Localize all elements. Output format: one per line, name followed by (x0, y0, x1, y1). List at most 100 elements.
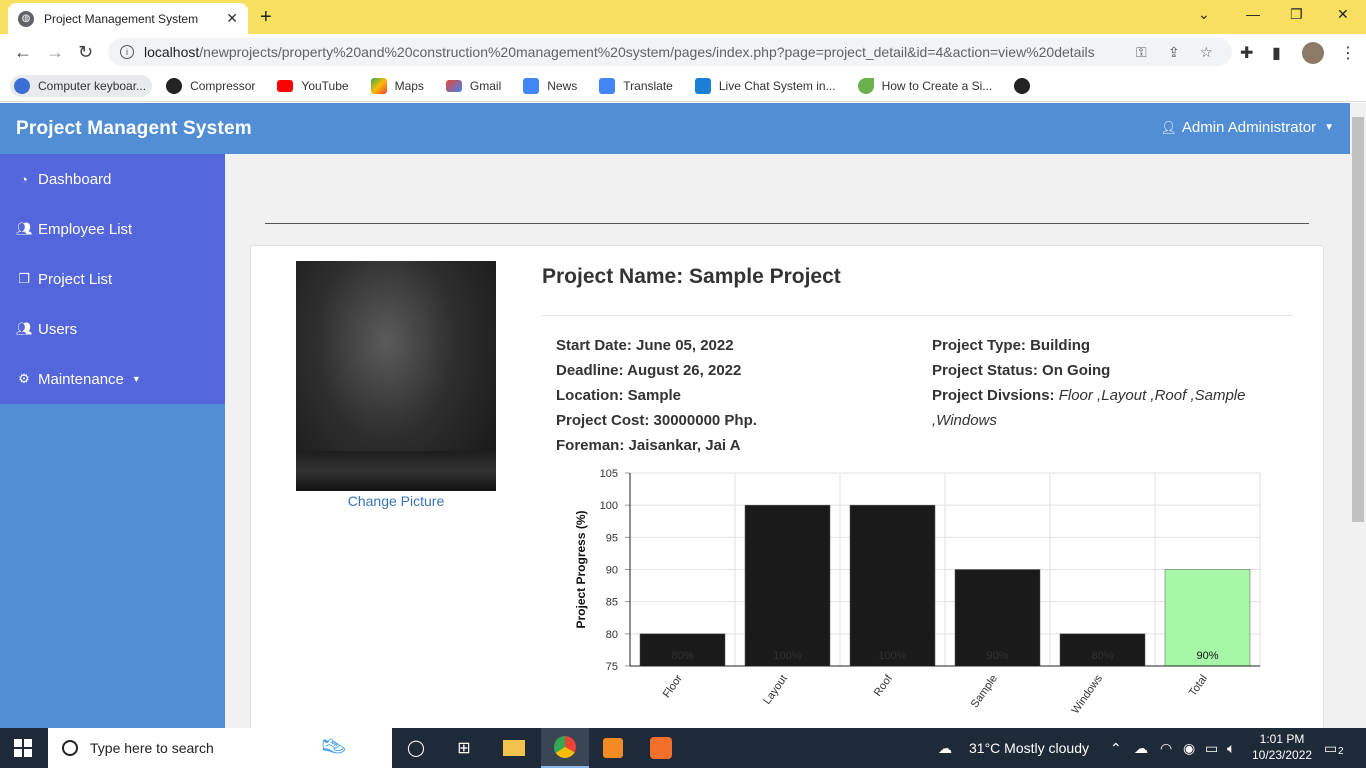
project-detail-card: Change Picture Project Name: Sample Proj… (250, 245, 1324, 745)
w-logo-icon (694, 77, 711, 94)
sidebar: ◔ Dashboard 👥︎ Employee List ❐ Project L… (0, 154, 225, 728)
start-date: Start Date: June 05, 2022 (556, 337, 734, 354)
bookmark-item[interactable]: Compressor (166, 77, 255, 94)
key-icon[interactable]: ⚿ (1136, 44, 1147, 61)
sidebar-item-maintenance[interactable]: ⚙ Maintenance ▼ (0, 354, 225, 404)
bookmark-item[interactable]: How to Create a Si... (857, 77, 992, 94)
divider (265, 223, 1309, 224)
foreman: Foreman: Jaisankar, Jai A (556, 437, 741, 454)
close-tab-icon[interactable]: ✕ (226, 10, 238, 27)
wifi-icon[interactable]: ◠ (1160, 740, 1172, 757)
bookmark-item[interactable]: Translate (599, 77, 673, 94)
sidebar-item-employee-list[interactable]: 👥︎ Employee List (0, 204, 225, 254)
search-icon (62, 740, 78, 756)
site-info-icon[interactable]: i (120, 45, 134, 59)
bar-roof (849, 504, 936, 667)
globe-icon: ◍ (18, 10, 34, 27)
windows-start-icon[interactable] (14, 739, 32, 757)
project-type: Project Type: Building (932, 337, 1091, 354)
network-icon[interactable]: ☁ (1134, 740, 1148, 757)
battery-icon[interactable]: ▭ (1205, 740, 1218, 757)
side-panel-icon[interactable]: ▮ (1272, 43, 1281, 63)
clock[interactable]: 1:01 PM 10/23/2022 (1252, 731, 1312, 763)
sidebar-item-users[interactable]: 👥︎ Users (0, 304, 225, 354)
notification-icon[interactable]: ▭ (1324, 740, 1337, 757)
url-path: /newprojects/property%20and%20constructi… (199, 44, 1095, 60)
clock-time: 1:01 PM (1259, 732, 1305, 746)
location: Location: Sample (556, 387, 682, 404)
notification-count: 2 (1338, 746, 1344, 757)
youtube-icon (277, 79, 294, 92)
bookmark-label: News (547, 78, 578, 93)
bar-value-label: 80% (671, 650, 693, 662)
bookmark-star-icon[interactable]: ☆ (1200, 44, 1213, 61)
x-tick-label: Total (1187, 673, 1210, 699)
new-tab-icon[interactable]: + (260, 6, 272, 29)
project-title: Project Name: Sample Project (542, 265, 841, 288)
share-icon[interactable]: ⇪ (1168, 44, 1180, 61)
restore-icon[interactable]: ❐ (1290, 6, 1303, 23)
bookmark-label: YouTube (301, 78, 349, 93)
file-explorer-icon[interactable] (490, 728, 538, 768)
camera-icon[interactable]: ◉ (1183, 740, 1195, 757)
volume-icon[interactable]: 🔈︎ (1227, 740, 1235, 757)
gmail-icon (445, 79, 462, 92)
reload-icon[interactable]: ↻ (78, 42, 93, 63)
xampp-icon[interactable] (637, 728, 685, 768)
bookmark-item[interactable]: Computer keyboar... (10, 74, 153, 97)
forward-icon[interactable]: → (46, 42, 64, 63)
bookmark-item[interactable]: Maps (370, 77, 424, 94)
extensions-icon[interactable]: ✚ (1240, 43, 1253, 63)
globe-icon (1014, 77, 1031, 94)
bookmark-label: Gmail (469, 78, 502, 93)
app-brand[interactable]: Project Managent System (16, 118, 252, 140)
browser-tab[interactable]: ◍ Project Management System ✕ (8, 3, 248, 34)
clock-date: 10/23/2022 (1252, 748, 1313, 762)
weather-cloud-icon[interactable]: ☁ (938, 740, 952, 757)
divisions-value: Floor ,Layout ,Roof ,Sample (1058, 387, 1246, 404)
back-icon[interactable]: ← (14, 42, 32, 63)
progress-chart: 75 80 85 90 95 100 105 80% Floor 100% Layout 100% Ro… (561, 468, 1281, 736)
sidebar-item-dashboard[interactable]: ◔ Dashboard (0, 154, 225, 204)
address-bar[interactable]: i localhost/newprojects/property%20and%2… (108, 38, 1232, 66)
bar-value-label: 100% (773, 650, 801, 662)
chevron-down-icon: ▼ (1324, 122, 1334, 133)
bookmark-item[interactable]: Live Chat System in... (694, 77, 836, 94)
sidebar-item-project-list[interactable]: ❐ Project List (0, 254, 225, 304)
menu-kebab-icon[interactable]: ⋮ (1340, 43, 1356, 63)
tab-search-icon[interactable]: ⌄ (1198, 6, 1210, 23)
sidebar-item-label: Maintenance (38, 370, 124, 388)
task-view-icon[interactable]: ⊞ (452, 736, 476, 760)
bar-value-label: 80% (1091, 650, 1113, 662)
bookmark-item[interactable]: News (523, 77, 578, 94)
url-host: localhost (144, 44, 200, 60)
tab-title: Project Management System (44, 11, 199, 26)
change-picture-link[interactable]: Change Picture (296, 493, 496, 509)
divisions-value-cont: ,Windows (932, 412, 997, 429)
x-tick-label: Floor (661, 673, 685, 701)
scrollbar-thumb[interactable] (1352, 117, 1364, 522)
y-tick-label: 100 (600, 500, 618, 512)
cortana-icon[interactable]: ◯ (404, 736, 428, 760)
sublime-text-icon[interactable] (589, 728, 637, 768)
weather-text[interactable]: 31°C Mostly cloudy (969, 740, 1089, 756)
search-placeholder: Type here to search (90, 740, 214, 756)
cogs-icon: ⚙ (18, 371, 30, 386)
bookmark-item[interactable]: Gmail (445, 78, 502, 93)
profile-avatar[interactable] (1302, 42, 1324, 64)
bookmark-item[interactable]: YouTube (277, 78, 349, 93)
bar-value-label: 90% (1196, 650, 1218, 662)
bookmark-item[interactable] (1014, 77, 1038, 94)
taskbar-search[interactable]: Type here to search 👟︎ (48, 728, 392, 768)
project-details-right: Project Type: Building Project Status: O… (932, 333, 1282, 433)
windows-taskbar: Type here to search 👟︎ ◯ ⊞ ☁ 31°C Mostly… (0, 728, 1366, 768)
browser-toolbar: ← → ↻ i localhost/newprojects/property%2… (0, 34, 1366, 70)
leaf-icon (857, 77, 874, 94)
chrome-icon[interactable] (541, 728, 589, 768)
news-icon (523, 77, 540, 94)
page-scrollbar[interactable] (1350, 103, 1366, 728)
minimize-icon[interactable]: — (1246, 6, 1260, 22)
user-menu[interactable]: 👤︎ Admin Administrator ▼ (1160, 119, 1334, 136)
close-window-icon[interactable]: ✕ (1337, 6, 1349, 23)
tray-chevron-up-icon[interactable]: ⌃ (1110, 740, 1122, 757)
